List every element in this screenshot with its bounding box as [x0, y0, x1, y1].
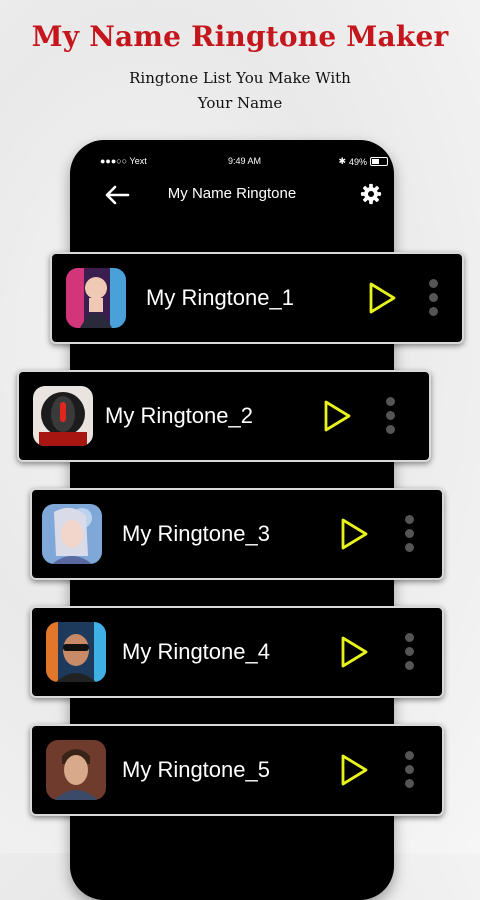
- ringtone-name-4: My Ringtone_4: [122, 639, 270, 664]
- avatar-image-icon: [66, 268, 126, 328]
- play-icon: [324, 400, 351, 432]
- ringtone-avatar-5: [46, 740, 106, 800]
- bluetooth-icon: ✱: [338, 156, 346, 166]
- ringtone-card-1[interactable]: My Ringtone_1: [50, 252, 464, 344]
- battery-icon: [370, 157, 388, 166]
- ringtone-card-4[interactable]: My Ringtone_4: [30, 606, 444, 698]
- more-vertical-icon: [404, 751, 414, 760]
- ringtone-avatar-2: [33, 386, 93, 446]
- avatar-image-icon: [46, 740, 106, 800]
- avatar-image-icon: [42, 504, 102, 564]
- status-right: ✱ 49%: [338, 156, 388, 167]
- carrier-signal: ●●●○○ Yext: [100, 156, 147, 166]
- play-icon: [341, 754, 368, 786]
- ringtone-card-3[interactable]: My Ringtone_3: [30, 488, 444, 580]
- promo-subtitle-line1: Ringtone List You Make With: [129, 69, 351, 87]
- more-options-button-1[interactable]: [428, 279, 438, 317]
- play-icon: [341, 636, 368, 668]
- promo-subtitle-line2: Your Name: [197, 94, 283, 112]
- more-options-button-4[interactable]: [404, 633, 414, 671]
- more-vertical-icon: [404, 515, 414, 524]
- more-options-button-2[interactable]: [385, 397, 395, 435]
- play-button-3[interactable]: [338, 516, 370, 552]
- more-vertical-icon: [428, 279, 438, 288]
- ringtone-name-5: My Ringtone_5: [122, 757, 270, 782]
- settings-button[interactable]: [360, 183, 382, 205]
- avatar-image-icon: [46, 622, 106, 682]
- battery-percent: 49%: [348, 156, 367, 167]
- avatar-image-icon: [33, 386, 93, 446]
- play-button-5[interactable]: [338, 752, 370, 788]
- promo-title: My Name Ringtone Maker: [31, 20, 449, 53]
- play-button-1[interactable]: [366, 280, 398, 316]
- ringtone-card-2[interactable]: My Ringtone_2: [17, 370, 431, 462]
- more-vertical-icon: [385, 397, 395, 406]
- ringtone-name-2: My Ringtone_2: [105, 403, 253, 428]
- ringtone-name-3: My Ringtone_3: [122, 521, 270, 546]
- play-button-2[interactable]: [321, 398, 353, 434]
- ringtone-name-1: My Ringtone_1: [146, 285, 294, 310]
- promo-subtitle: Ringtone List You Make With Your Name: [0, 66, 480, 116]
- play-icon: [369, 282, 396, 314]
- ringtone-avatar-4: [46, 622, 106, 682]
- play-button-4[interactable]: [338, 634, 370, 670]
- more-vertical-icon: [404, 633, 414, 642]
- app-header: My Name Ringtone: [70, 180, 394, 210]
- status-bar: ●●●○○ Yext 9:49 AM ✱ 49%: [100, 156, 388, 170]
- ringtone-avatar-1: [66, 268, 126, 328]
- play-icon: [341, 518, 368, 550]
- more-options-button-3[interactable]: [404, 515, 414, 553]
- ringtone-card-5[interactable]: My Ringtone_5: [30, 724, 444, 816]
- page-title: My Name Ringtone: [167, 185, 297, 202]
- status-time: 9:49 AM: [228, 156, 262, 166]
- ringtone-avatar-3: [42, 504, 102, 564]
- more-options-button-5[interactable]: [404, 751, 414, 789]
- gear-icon: [360, 183, 382, 205]
